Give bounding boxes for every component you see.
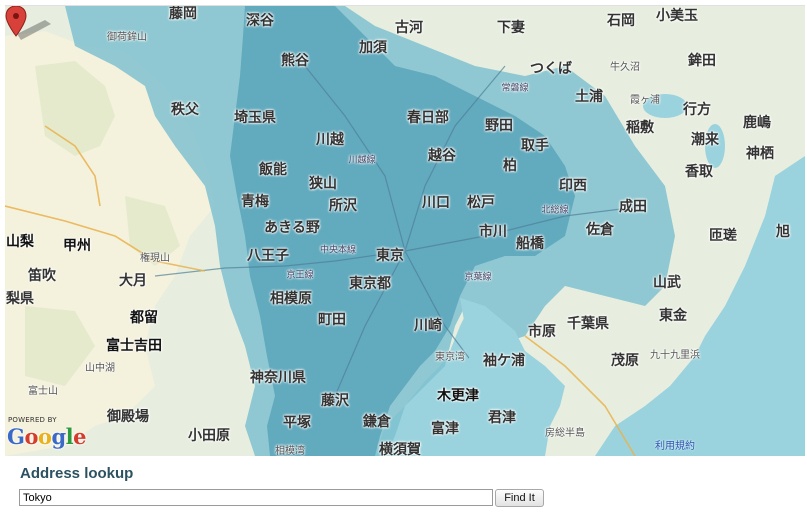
place-label-narita: 成田 [619,199,647,215]
place-label-akiruno: あきる野 [264,220,320,236]
place-label-tokyo: 東京 [376,248,404,264]
place-label-katori: 香取 [685,164,713,180]
place-label-sammu: 山武 [653,275,681,291]
place-label-hokuso: 北総線 [541,205,569,216]
place-label-ichihara: 市原 [528,324,556,340]
place-label-kazo: 加須 [359,40,387,56]
map-pin-icon[interactable] [5,6,53,46]
place-label-ome: 青梅 [241,194,269,210]
place-label-kimitsu: 君津 [488,410,516,426]
find-it-button[interactable]: Find It [495,489,544,507]
place-label-keio: 京王線 [286,270,314,281]
place-label-chiba-ken: 千葉県 [567,316,609,332]
place-label-tsuru: 都留 [130,310,158,326]
place-label-mobara: 茂原 [611,353,639,369]
map-view[interactable]: 藤岡 深谷 古河 下妻 石岡 小美玉御荷鉾山加須熊谷つくば 鉾田秩父埼玉県 春日部野田 土浦行方… [5,5,805,456]
place-label-fujisawa: 藤沢 [321,393,349,409]
place-label-toride: 取手 [521,138,549,154]
place-label-kisarazu: 木更津 [437,388,479,404]
place-label-sodegaura: 袖ケ浦 [483,353,525,369]
place-label-tokyowan: 東京湾 [435,352,465,363]
place-label-fujiyoshida: 富士吉田 [106,338,162,354]
place-label-koshu: 甲州 [63,238,91,254]
place-label-funabashi: 船橋 [516,236,544,252]
place-label-yokosuka: 横須賀 [379,442,421,456]
place-label-odawara: 小田原 [188,428,230,444]
place-label-machida: 町田 [318,312,346,328]
place-label-fujioka: 藤岡 [169,6,197,22]
place-label-ushiku: 牛久沼 [610,62,640,73]
place-label-tsukuba: つくば [530,61,572,77]
place-label-yamanashi-ken: 梨県 [6,291,34,307]
place-label-keiyo: 京葉線 [464,272,492,283]
place-label-nakaichi: 中央本線 [319,245,357,256]
place-label-kasukabe: 春日部 [407,110,449,126]
google-logo-letter: G [7,424,25,449]
google-logo-letter: g [51,424,66,449]
place-label-inzai: 印西 [559,178,587,194]
google-logo-letter: e [73,424,87,449]
place-label-shimotsuma: 下妻 [497,20,525,36]
powered-by-label: POWERED BY [8,416,57,424]
place-label-omitama: 小美玉 [656,8,698,24]
place-label-kawagoe: 川越 [316,132,344,148]
place-label-kanagawa-ken: 神奈川県 [250,370,306,386]
place-label-yamanashi-small: 山中湖 [85,363,115,374]
place-label-asahi: 旭 [776,224,790,240]
place-label-itako: 潮来 [691,132,719,148]
place-label-joban: 常磐線 [501,83,529,94]
map-tiles [5,6,805,456]
place-label-boso: 房総半島 [545,428,585,439]
place-label-hanno: 飯能 [259,162,287,178]
place-label-inashiki: 稲敷 [626,120,654,136]
place-label-hachioji: 八王子 [247,248,289,264]
place-label-sakura: 佐倉 [586,222,614,238]
place-label-tokorozawa: 所沢 [329,198,357,214]
place-label-koshigaya: 越谷 [428,148,456,164]
place-label-matsudo: 松戸 [467,195,495,211]
place-label-kawasaki: 川崎 [414,318,442,334]
place-label-kumagaya: 熊谷 [281,53,309,69]
place-label-koga: 古河 [395,20,423,36]
place-label-tsuchiura: 土浦 [575,89,603,105]
place-label-noda: 野田 [485,118,513,134]
place-label-kawaguchi: 川口 [422,195,450,211]
google-logo-letter: o [37,424,52,449]
place-label-sagamihara: 相模原 [270,291,312,307]
place-label-fujisan: 富士山 [28,386,58,397]
place-label-togane: 東金 [659,308,687,324]
place-label-hiratsuka: 平塚 [283,415,311,431]
google-logo[interactable]: Google [7,424,87,449]
place-label-otsuki: 大月 [119,273,147,289]
place-label-sagamiwan: 相模湾 [275,446,305,457]
place-label-sosa: 匝瑳 [709,228,737,244]
place-label-ishioka: 石岡 [607,13,635,29]
place-label-namegata: 行方 [683,102,711,118]
place-label-kashiwa: 柏 [503,158,517,174]
address-lookup-title: Address lookup [20,465,134,482]
address-input[interactable] [19,489,493,506]
place-label-ichikawa: 市川 [479,224,507,240]
place-label-futtsu: 富津 [431,421,459,437]
place-label-kashima: 鹿嶋 [743,115,771,131]
place-label-kawagoe-line: 川越線 [348,155,376,166]
place-label-sayama: 狭山 [309,176,337,192]
place-label-kamakura: 鎌倉 [363,414,391,430]
place-label-hokota: 鉾田 [688,53,716,69]
place-label-kasumi: 霞ヶ浦 [630,95,660,106]
place-label-mikabosan: 御荷鉾山 [107,32,147,43]
place-label-chichibu: 秩父 [171,102,199,118]
place-label-tokyo-to: 東京都 [349,276,391,292]
place-label-yamanashi: 山梨 [6,234,34,250]
place-label-fuefuki: 笛吹 [28,268,56,284]
place-label-gotemba: 御殿場 [107,409,149,425]
place-label-saitama-ken: 埼玉県 [234,110,276,126]
place-label-kamisu: 神栖 [746,146,774,162]
place-label-fukaya: 深谷 [246,13,274,29]
terms-of-use-link[interactable]: 利用規約 [655,437,695,452]
place-label-gongendake: 権現山 [140,253,170,264]
place-label-kujukuri: 九十九里浜 [650,350,700,361]
google-logo-letter: o [24,424,38,449]
